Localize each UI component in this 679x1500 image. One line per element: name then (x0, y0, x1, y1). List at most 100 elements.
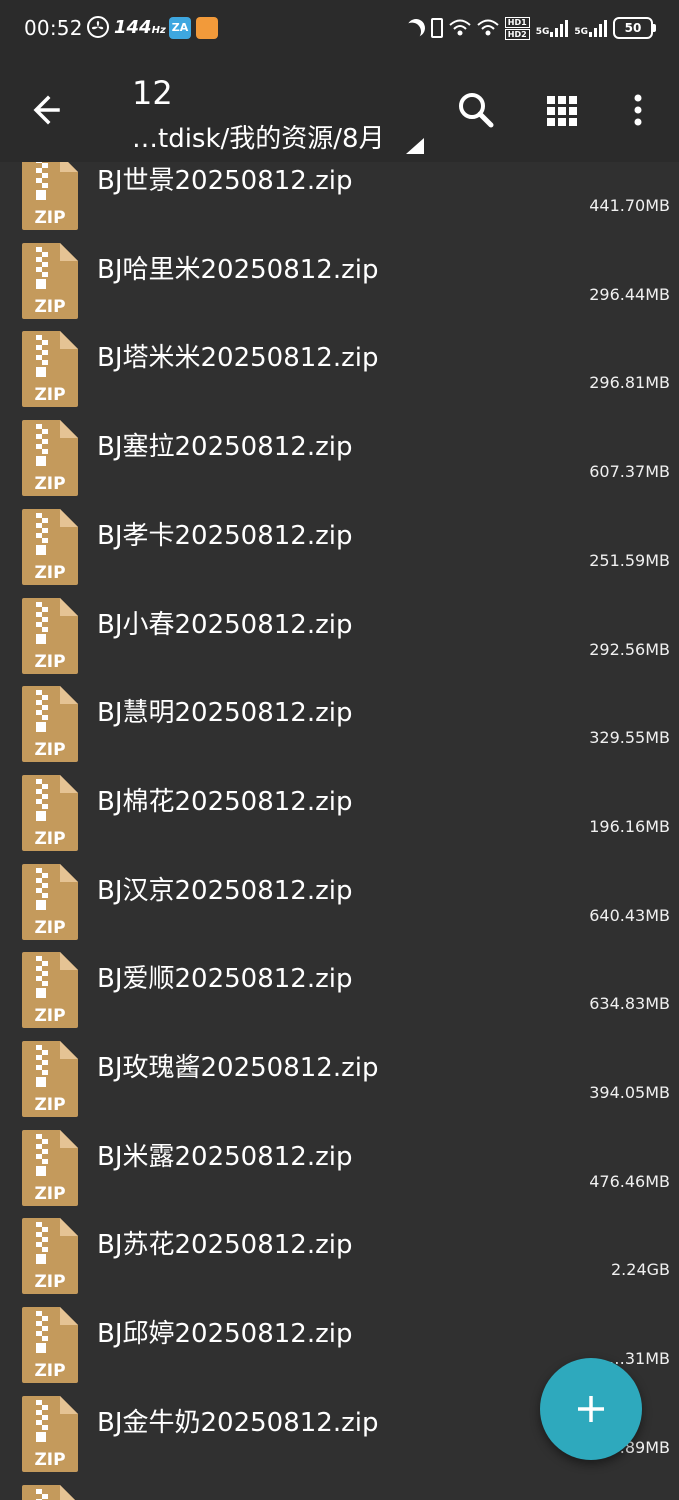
do-not-disturb-icon (404, 16, 427, 39)
zip-file-icon: ZIP (22, 863, 78, 940)
zip-icon-label: ZIP (34, 1450, 65, 1470)
refresh-rate-value: 144 (114, 17, 152, 38)
zip-icon-label: ZIP (34, 1361, 65, 1381)
zip-file-icon: ZIP (22, 162, 78, 230)
fan-icon (87, 16, 109, 38)
zip-file-icon: ZIP (22, 508, 78, 585)
file-name: BJ孝卡20250812.zip (97, 520, 353, 551)
zip-file-icon: ZIP (22, 1395, 78, 1472)
file-name: BJ邱婷20250812.zip (97, 1319, 353, 1350)
more-vert-icon[interactable] (628, 92, 648, 132)
folder-title: 12 (132, 74, 173, 112)
file-row[interactable]: ZIP BJ世景20250812.zip 441.70MB (0, 162, 679, 241)
path-dropdown-icon[interactable] (406, 138, 424, 154)
zip-icon-label: ZIP (34, 563, 65, 583)
file-name: BJ苏花20250812.zip (97, 1230, 353, 1261)
zip-file-icon: ZIP (22, 1041, 78, 1117)
hd-label-2: HD2 (504, 28, 530, 40)
file-size: 2.24GB (611, 1260, 670, 1280)
signal-icon-1: 5G (536, 19, 569, 37)
file-row[interactable]: ZIP BJ汉京20250812.zip 640.43MB (0, 862, 679, 951)
file-size: 394.05MB (589, 1083, 670, 1102)
file-name: BJ金牛奶20250812.zip (97, 1407, 379, 1438)
file-name: BJ慧明20250812.zip (97, 698, 353, 729)
add-fab-button[interactable] (540, 1358, 642, 1460)
status-icons: HD1 HD2 5G 5G 50 (404, 14, 656, 42)
file-row[interactable]: ZIP BJ慧明20250812.zip 329.55MB (0, 684, 679, 773)
zip-file-icon: ZIP (22, 952, 78, 1029)
grid-view-icon[interactable] (545, 94, 579, 128)
file-row[interactable]: ZIP BJ塞拉20250812.zip 607.37MB (0, 418, 679, 507)
zip-file-icon: ZIP (22, 1307, 78, 1384)
file-row[interactable]: ZIP BJ米露20250812.zip 476.46MB (0, 1128, 679, 1217)
status-bar: 00:52 144Hz ZA HD1 HD2 5G 5G 50 (0, 0, 679, 58)
zip-icon-label: ZIP (34, 474, 65, 494)
zip-file-icon: ZIP (22, 242, 78, 319)
zip-icon-label: ZIP (34, 385, 65, 405)
zip-file-icon: ZIP (22, 420, 78, 497)
app-notification-icon-2 (196, 17, 218, 39)
app-toolbar: 12 …tdisk/我的资源/8月 (0, 58, 679, 162)
file-row[interactable]: ZIP BJ棉花20250812.zip 196.16MB (0, 773, 679, 862)
file-list[interactable]: ZIP BJ世景20250812.zip 441.70MB ZIP BJ哈里米20250… (0, 162, 679, 1500)
file-size: 251.59MB (589, 550, 670, 570)
file-row[interactable]: ZIP BJ小春20250812.zip 292.56MB (0, 596, 679, 685)
file-name: BJ塞拉20250812.zip (97, 432, 353, 463)
file-name: BJ米露20250812.zip (97, 1141, 353, 1172)
hd-label-1: HD1 (504, 16, 530, 28)
file-row[interactable]: ZIP BJ哈里米20250812.zip 296.44MB (0, 241, 679, 330)
hd-icon: HD1 HD2 (504, 16, 530, 40)
signal-icon-2: 5G (574, 19, 607, 37)
zip-icon-label: ZIP (34, 829, 65, 849)
file-row[interactable]: ZIP BJ玫瑰酱20250812.zip 394.05MB (0, 1039, 679, 1128)
file-name: BJ哈里米20250812.zip (97, 254, 379, 285)
zip-icon-label: ZIP (34, 740, 65, 760)
zip-file-icon: ZIP (22, 331, 78, 408)
file-name: BJ塔米米20250812.zip (97, 343, 379, 374)
app-notification-icon: ZA (169, 17, 191, 39)
zip-icon-label: ZIP (34, 208, 65, 228)
zip-icon-label: ZIP (34, 1272, 65, 1292)
file-name: BJ小春20250812.zip (97, 609, 353, 640)
zip-icon-label: ZIP (34, 1006, 65, 1026)
file-row[interactable]: ZIP BJ孝卡20250812.zip 251.59MB (0, 507, 679, 596)
battery-icon: 50 (613, 17, 656, 39)
zip-file-icon: ZIP (22, 686, 78, 763)
plus-icon (578, 1396, 604, 1422)
back-arrow-icon[interactable] (28, 90, 74, 130)
zip-icon-label: ZIP (34, 1095, 65, 1115)
wifi-icon-2 (477, 19, 499, 36)
folder-path[interactable]: …tdisk/我的资源/8月 (132, 118, 385, 155)
file-size: 640.43MB (589, 905, 670, 925)
file-name: BJ玫瑰酱20250812.zip (97, 1053, 379, 1083)
file-name: BJ爱顺20250812.zip (97, 964, 353, 995)
zip-icon-label: ZIP (34, 297, 65, 317)
file-size: 476.46MB (589, 1171, 670, 1191)
vibrate-icon (430, 18, 443, 38)
zip-icon-label: ZIP (34, 1184, 65, 1204)
file-size: 329.55MB (589, 728, 670, 748)
file-row[interactable]: ZIP (0, 1483, 679, 1500)
zip-file-icon: ZIP (22, 1129, 78, 1206)
file-name: BJ棉花20250812.zip (97, 786, 353, 817)
file-row[interactable]: ZIP BJ苏花20250812.zip 2.24GB (0, 1216, 679, 1305)
network-type-1: 5G (535, 27, 550, 37)
file-row[interactable]: ZIP BJ塔米米20250812.zip 296.81MB (0, 329, 679, 418)
file-size: 196.16MB (589, 816, 670, 836)
file-size: 441.70MB (589, 196, 670, 215)
refresh-rate: 144Hz (114, 17, 166, 38)
file-name: BJ汉京20250812.zip (97, 875, 353, 906)
zip-file-icon: ZIP (22, 1218, 78, 1295)
file-size: 296.44MB (589, 284, 670, 304)
zip-icon-label: ZIP (34, 652, 65, 672)
zip-icon-label: ZIP (34, 918, 65, 938)
status-time: 00:52 (24, 16, 83, 40)
wifi-icon (449, 19, 471, 36)
refresh-rate-unit: Hz (151, 25, 166, 36)
file-name: BJ世景20250812.zip (97, 166, 353, 196)
network-type-2: 5G (574, 27, 588, 37)
file-size: 292.56MB (589, 639, 670, 659)
search-icon[interactable] (456, 90, 496, 130)
file-row[interactable]: ZIP BJ爱顺20250812.zip 634.83MB (0, 950, 679, 1039)
file-size: 634.83MB (589, 994, 670, 1014)
